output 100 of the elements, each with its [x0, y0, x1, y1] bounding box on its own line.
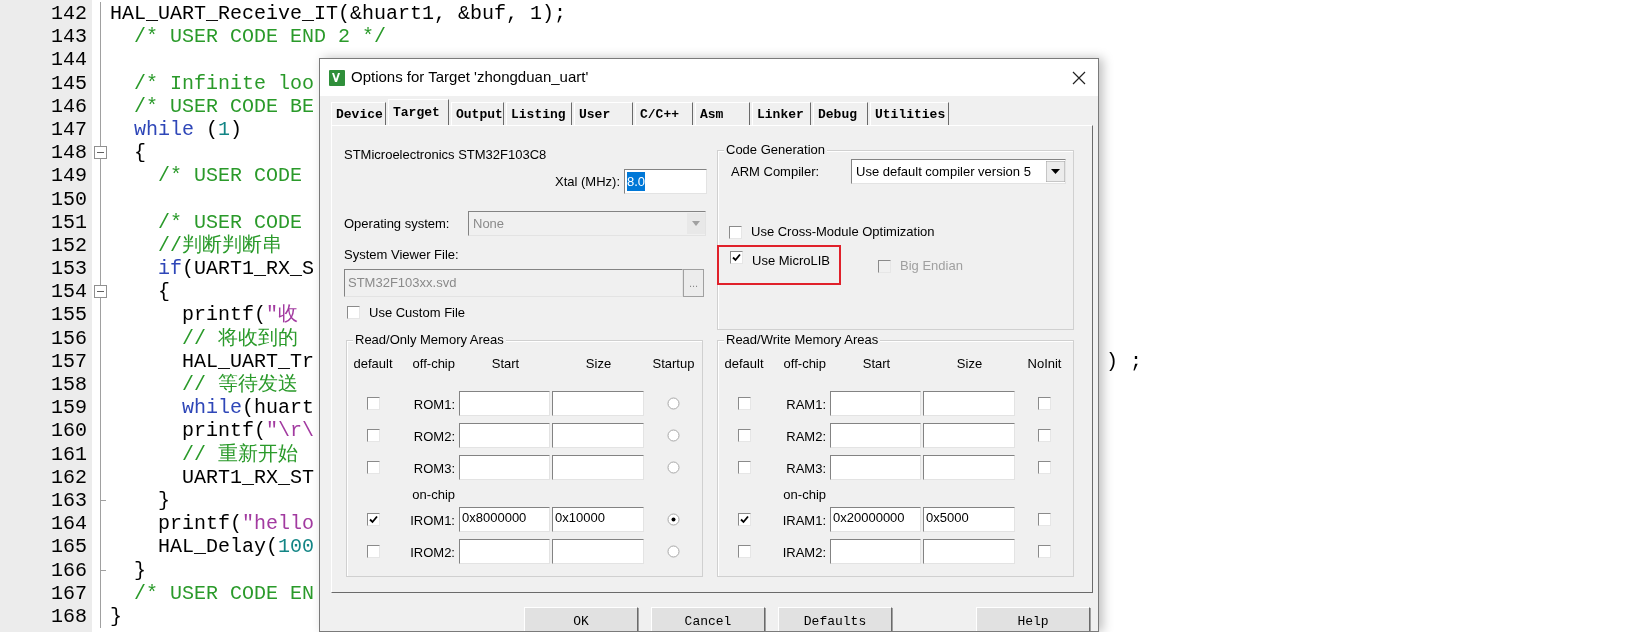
address-input[interactable]	[830, 455, 921, 480]
code-line: ) ;	[1106, 349, 1142, 373]
radio-button[interactable]	[667, 461, 680, 474]
checkbox[interactable]	[366, 397, 380, 410]
size-input[interactable]: 0x10000	[552, 507, 644, 532]
xtal-input[interactable]: 8.0	[624, 169, 707, 194]
checkbox[interactable]	[366, 513, 380, 526]
line-number: 142	[50, 2, 88, 26]
address-input[interactable]: 0x8000000	[459, 507, 550, 532]
line-number: 166	[50, 558, 88, 582]
address-input[interactable]	[830, 391, 921, 416]
code-line: HAL_UART_Receive_IT(&huart1, &buf, 1);	[110, 2, 567, 25]
size-input[interactable]	[923, 423, 1015, 448]
line-number: 157	[50, 349, 88, 373]
radio-button[interactable]	[667, 429, 680, 442]
checkbox[interactable]	[729, 225, 742, 239]
column-header: Size	[956, 356, 983, 371]
dialog-button[interactable]: Help	[976, 607, 1090, 631]
dialog-button[interactable]: OK	[524, 607, 638, 631]
size-input[interactable]	[923, 455, 1015, 480]
address-input[interactable]	[459, 391, 550, 416]
address-input[interactable]	[830, 423, 921, 448]
checkbox[interactable]	[1038, 429, 1051, 442]
field-label: Xtal (MHz):	[555, 172, 620, 191]
line-number: 147	[50, 117, 88, 142]
size-input[interactable]	[552, 391, 644, 416]
code-line: // 重新开始	[181, 442, 299, 466]
address-input[interactable]	[830, 539, 921, 564]
size-input[interactable]	[923, 391, 1015, 416]
address-input[interactable]: 0x20000000	[830, 507, 921, 532]
size-input[interactable]	[552, 539, 644, 564]
dialog-button[interactable]: Cancel	[651, 607, 765, 631]
size-input[interactable]	[552, 455, 644, 480]
checkbox[interactable]	[737, 429, 751, 442]
line-number: 155	[50, 303, 88, 327]
column-header: Start	[491, 356, 520, 371]
address-input[interactable]	[459, 423, 550, 448]
collapse-icon[interactable]	[94, 285, 107, 299]
radio-button[interactable]	[667, 545, 680, 558]
size-input[interactable]	[923, 539, 1015, 564]
code-line: // 将收到的	[181, 326, 299, 350]
field-label: IROM2:	[410, 545, 455, 560]
field-label: ROM3:	[413, 461, 455, 476]
tab[interactable]: Listing	[506, 102, 572, 125]
tab[interactable]: C/C++	[635, 102, 693, 125]
line-number: 149	[50, 164, 88, 188]
code-line: {	[133, 141, 146, 165]
line-number: 165	[50, 535, 88, 559]
checkbox[interactable]	[737, 513, 751, 526]
radio-button[interactable]	[667, 513, 680, 526]
column-header: off-chip	[783, 356, 826, 371]
address-input[interactable]	[459, 455, 550, 480]
line-number: 145	[50, 71, 88, 95]
dialog-button[interactable]: Defaults	[778, 607, 892, 631]
checkbox[interactable]	[1038, 545, 1051, 558]
close-icon[interactable]	[1072, 70, 1086, 85]
checkbox[interactable]	[366, 429, 380, 442]
address-input[interactable]	[459, 539, 550, 564]
size-input[interactable]	[552, 423, 644, 448]
tab[interactable]: Debug	[813, 102, 868, 125]
field-label: RAM2:	[786, 429, 826, 444]
column-header: off-chip	[412, 356, 455, 371]
field-label: Operating system:	[344, 214, 451, 233]
checkbox[interactable]	[730, 251, 743, 264]
field-label: IRAM1:	[782, 513, 826, 528]
tab[interactable]: Output	[451, 102, 504, 125]
line-number: 148	[50, 141, 88, 165]
checkbox[interactable]	[1038, 397, 1051, 410]
tab[interactable]: Asm	[695, 102, 750, 125]
code-line: /* Infinite loo	[133, 71, 315, 95]
tab[interactable]: Utilities	[870, 102, 949, 125]
size-input[interactable]: 0x5000	[923, 507, 1015, 532]
line-number: 159	[50, 396, 88, 420]
section-label: on-chip	[783, 487, 826, 502]
code-line: }	[110, 604, 122, 628]
column-header: default	[353, 356, 393, 371]
field-label: ARM Compiler:	[731, 162, 821, 181]
checkbox[interactable]	[1038, 513, 1051, 526]
compiler-dropdown[interactable]: Use default compiler version 5	[851, 159, 1066, 184]
checkbox[interactable]	[366, 461, 380, 474]
tab[interactable]: Target	[388, 99, 449, 126]
checkbox[interactable]	[737, 545, 751, 558]
checkbox[interactable]	[347, 306, 360, 320]
tab[interactable]: User	[574, 102, 633, 125]
line-number: 146	[50, 94, 88, 118]
checkbox[interactable]	[366, 545, 380, 558]
radio-button[interactable]	[667, 397, 680, 410]
column-header: Start	[862, 356, 891, 371]
code-line: /* USER CODE END 2 */	[133, 25, 387, 49]
checkbox[interactable]	[1038, 461, 1051, 474]
tab[interactable]: Linker	[752, 102, 811, 125]
line-number: 143	[50, 25, 88, 49]
dropdown-arrow-icon[interactable]	[1046, 161, 1065, 182]
code-line: while(huart	[181, 396, 315, 420]
collapse-icon[interactable]	[94, 146, 107, 160]
tab[interactable]: Device	[331, 102, 386, 125]
checkbox[interactable]	[737, 397, 751, 410]
field-label: ROM1:	[413, 397, 455, 412]
checkbox[interactable]	[737, 461, 751, 474]
column-header: Startup	[652, 356, 695, 371]
